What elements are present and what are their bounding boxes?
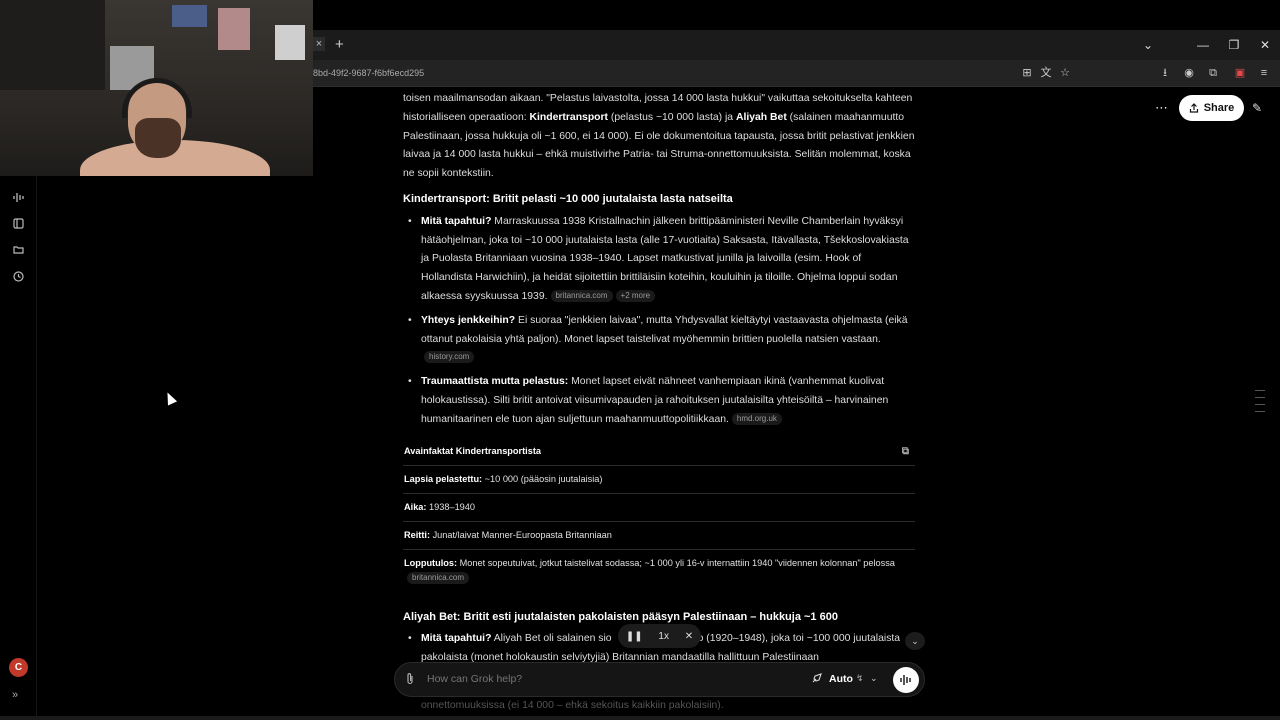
tab-close-icon[interactable]: ×	[313, 37, 325, 51]
table-row: Aika: 1938–1940	[403, 494, 915, 522]
row-value: ~10 000 (pääosin juutalaisia)	[482, 473, 603, 484]
mode-selector[interactable]: Auto	[829, 673, 853, 685]
close-icon[interactable]: ✕	[685, 631, 693, 642]
source-chip[interactable]: britannica.com	[407, 571, 470, 584]
webcam-poster	[218, 8, 250, 50]
folder-icon[interactable]	[12, 243, 25, 256]
pause-icon[interactable]: ❚❚	[626, 631, 643, 642]
voice-icon[interactable]	[12, 191, 25, 204]
scroll-indicator[interactable]	[1255, 390, 1265, 418]
voice-mode-button[interactable]	[893, 667, 919, 693]
book-icon[interactable]	[12, 217, 25, 230]
taskbar-edge	[0, 716, 1280, 720]
profile-icon[interactable]: ◉	[1182, 66, 1196, 80]
chevron-down-icon[interactable]: ⌄	[870, 673, 878, 684]
new-chat-icon[interactable]: ✎	[1252, 101, 1262, 115]
intro-text: (pelastus ~10 000 lasta) ja	[608, 111, 736, 123]
bullet-list: Mitä tapahtui? Marraskuussa 1938 Kristal…	[403, 213, 915, 430]
row-label: Reitti:	[404, 529, 431, 540]
translate-icon[interactable]: 文	[1039, 66, 1053, 80]
rocket-icon[interactable]	[811, 672, 823, 687]
row-label: Lopputulos:	[404, 557, 458, 568]
menu-icon[interactable]: ≡	[1257, 66, 1271, 80]
row-value: Monet sopeutuivat, jotkut taistelivat so…	[457, 557, 895, 568]
webcam-person-beard	[135, 118, 181, 158]
avatar[interactable]: C	[9, 658, 28, 677]
close-window-button[interactable]: ✕	[1257, 38, 1273, 52]
table-row: Reitti: Junat/laivat Manner-Euroopasta B…	[403, 522, 915, 550]
section-heading: Kindertransport: Britit pelasti ~10 000 …	[403, 192, 733, 205]
source-chip[interactable]: hmd.org.uk	[731, 412, 782, 425]
intro-paragraph: toisen maailmansodan aikaan. "Pelastus l…	[403, 90, 915, 184]
left-rail	[0, 88, 37, 720]
install-app-icon[interactable]: ⊞	[1020, 66, 1034, 80]
url-text[interactable]: 8bd-49f2-9687-f6bf6ecd295	[313, 68, 424, 78]
attach-icon[interactable]	[405, 672, 415, 688]
playback-speed[interactable]: 1x	[658, 631, 669, 642]
share-icon	[1189, 103, 1198, 113]
source-chip[interactable]: history.com	[424, 351, 475, 364]
download-icon[interactable]: ⭳	[1158, 66, 1172, 80]
list-item: Yhteys jenkkeihin? Ei suoraa "jenkkien l…	[403, 312, 915, 368]
row-value: Junat/laivat Manner-Euroopasta Britannia…	[430, 529, 612, 540]
share-label: Share	[1203, 102, 1235, 114]
history-icon[interactable]	[12, 270, 25, 283]
more-options-icon[interactable]: ⋯	[1155, 100, 1168, 116]
waveform-icon	[900, 675, 911, 685]
bookmark-star-icon[interactable]: ☆	[1058, 66, 1072, 80]
extensions-icon[interactable]: ⧉	[1206, 66, 1220, 80]
scroll-down-icon[interactable]: ⌄	[905, 632, 925, 650]
bullet-label: Yhteys jenkkeihin?	[421, 314, 516, 326]
bullet-label: Mitä tapahtui?	[421, 633, 492, 645]
bullet-text: Aliyah Bet oli salainen sio	[491, 633, 612, 645]
maximize-button[interactable]: ❐	[1226, 38, 1242, 52]
audio-playback-control: ❚❚ 1x ✕	[618, 624, 701, 648]
webcam-acoustic-panel	[0, 0, 105, 90]
bullet-label: Traumaattista mutta pelastus:	[421, 376, 569, 388]
row-label: Lapsia pelastettu:	[404, 473, 483, 484]
row-value: 1938–1940	[426, 501, 476, 512]
table-title: Avainfaktat Kindertransportista	[404, 445, 541, 456]
facts-table: Avainfaktat Kindertransportista ⧉ Lapsia…	[403, 440, 915, 592]
webcam-poster	[275, 25, 305, 60]
source-more-chip[interactable]: +2 more	[615, 289, 656, 302]
table-header: Avainfaktat Kindertransportista ⧉	[403, 440, 915, 466]
bullet-label: Mitä tapahtui?	[421, 215, 492, 227]
prompt-input[interactable]	[427, 673, 797, 685]
copy-icon[interactable]: ⧉	[902, 444, 909, 459]
share-button[interactable]: Share	[1179, 95, 1244, 121]
response-content: toisen maailmansodan aikaan. "Pelastus l…	[403, 90, 915, 673]
mode-extra-icon[interactable]: ↯	[856, 673, 864, 684]
list-item: Traumaattista mutta pelastus: Monet laps…	[403, 373, 915, 429]
webcam-overlay	[0, 0, 313, 176]
minimize-button[interactable]: —	[1195, 38, 1211, 52]
intro-bold: Aliyah Bet	[735, 111, 787, 123]
table-row: Lapsia pelastettu: ~10 000 (pääosin juut…	[403, 466, 915, 494]
list-item: Mitä tapahtui? Marraskuussa 1938 Kristal…	[403, 213, 915, 307]
expand-sidebar-icon[interactable]: »	[12, 689, 18, 701]
bullet-text: Marraskuussa 1938 Kristallnachin jälkeen…	[421, 215, 909, 302]
table-row: Lopputulos: Monet sopeutuivat, jotkut ta…	[403, 550, 915, 592]
intro-bold: Kindertransport	[529, 111, 609, 123]
extension-badge-icon[interactable]: ▣	[1233, 66, 1247, 80]
row-label: Aika:	[404, 501, 427, 512]
webcam-flag	[172, 5, 207, 27]
new-tab-button[interactable]: +	[335, 36, 344, 53]
tab-list-icon[interactable]: ⌄	[1140, 38, 1156, 52]
source-chip[interactable]: britannica.com	[550, 289, 613, 302]
